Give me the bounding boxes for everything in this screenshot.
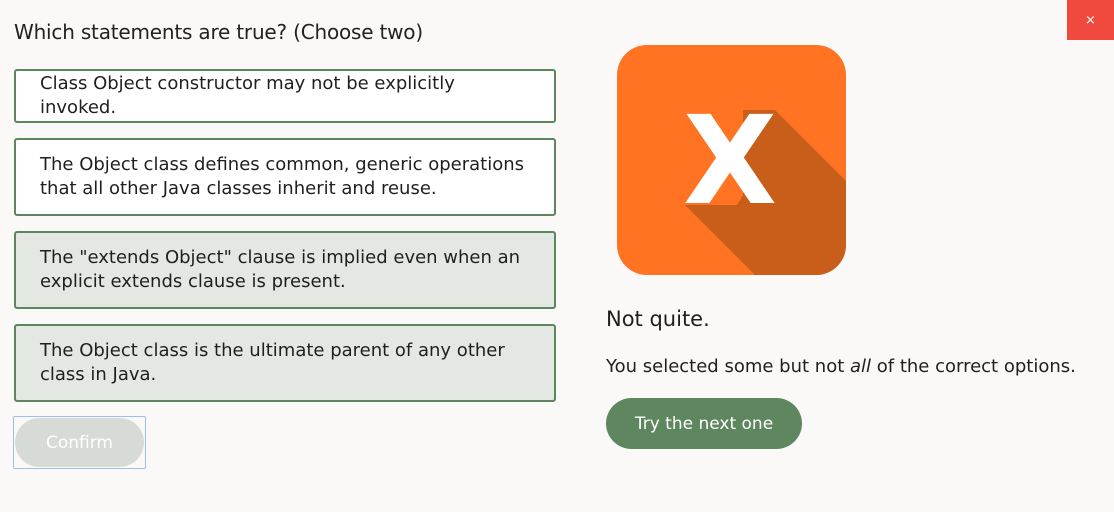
x-mark-letter: X — [683, 90, 777, 232]
option-4-label: The Object class is the ultimate parent … — [40, 340, 505, 385]
confirm-focus-ring: Confirm — [13, 416, 146, 469]
close-button[interactable]: × — [1067, 0, 1114, 40]
explanation-emphasis: all — [849, 356, 872, 377]
option-1-label: Class Object constructor may not be expl… — [40, 73, 455, 118]
option-2-label: The Object class defines common, generic… — [40, 154, 525, 199]
option-4[interactable]: The Object class is the ultimate parent … — [14, 324, 556, 402]
option-3-label: The "extends Object" clause is implied e… — [40, 247, 521, 292]
question-text: Which statements are true? (Choose two) — [14, 20, 423, 44]
quiz-screen: Which statements are true? (Choose two) … — [0, 0, 1114, 512]
confirm-button[interactable]: Confirm — [15, 418, 144, 467]
feedback-verdict: Not quite. — [606, 307, 710, 331]
option-2[interactable]: The Object class defines common, generic… — [14, 138, 556, 216]
option-3[interactable]: The "extends Object" clause is implied e… — [14, 231, 556, 309]
x-mark-icon: X — [617, 45, 846, 275]
explanation-text-start: You selected some but not — [606, 356, 850, 377]
try-next-button[interactable]: Try the next one — [606, 398, 802, 449]
explanation-text-end: of the correct options. — [871, 356, 1076, 377]
option-1[interactable]: Class Object constructor may not be expl… — [14, 69, 556, 123]
feedback-explanation: You selected some but not all of the cor… — [606, 356, 1076, 377]
